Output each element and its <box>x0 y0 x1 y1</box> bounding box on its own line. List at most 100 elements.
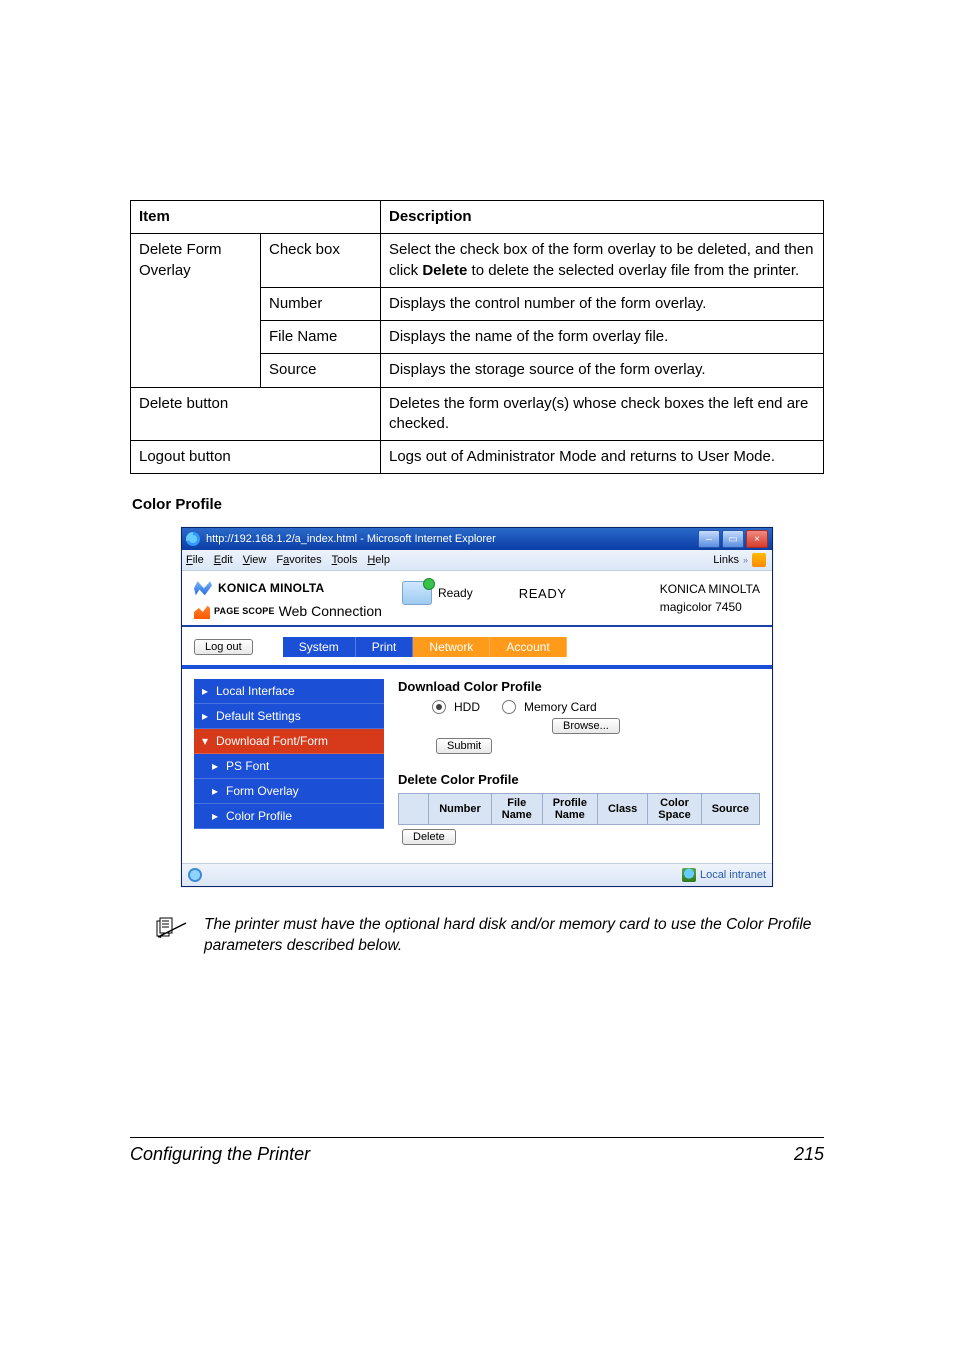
ie-menubar: File Edit View Favorites Tools Help Link… <box>182 550 772 571</box>
cell-checkbox-label: Check box <box>261 234 381 288</box>
note: The printer must have the optional hard … <box>156 915 824 957</box>
menu-view[interactable]: View <box>243 554 267 566</box>
header-mid: Ready READY <box>402 581 567 605</box>
pagescope-small: PAGE SCOPE <box>214 606 275 616</box>
tab-network[interactable]: Network <box>413 637 490 657</box>
sidebar: ▸Local Interface ▸Default Settings ▾Down… <box>194 679 384 849</box>
ie-title: http://192.168.1.2/a_index.html - Micros… <box>206 533 698 545</box>
delete-row: Delete <box>398 829 760 845</box>
pagescope-brand: PAGE SCOPE Web Connection <box>194 603 384 619</box>
sidebar-item-color-profile[interactable]: ▸Color Profile <box>194 804 384 829</box>
storage-radio-row: HDD Memory Card <box>398 700 760 714</box>
sidebar-label: PS Font <box>226 759 269 773</box>
sidebar-item-ps-font[interactable]: ▸PS Font <box>194 754 384 779</box>
section-head-color-profile: Color Profile <box>132 496 824 513</box>
ie-content: KONICA MINOLTA PAGE SCOPE Web Connection… <box>182 571 772 863</box>
close-button[interactable]: × <box>746 530 768 548</box>
cell-checkbox-desc-text: Select the check box of the form overlay… <box>389 241 813 278</box>
cell-filename-desc: Displays the name of the form overlay fi… <box>381 321 824 354</box>
printer-icon <box>402 581 432 605</box>
heading-download-color-profile: Download Color Profile <box>398 679 760 694</box>
radio-hdd[interactable] <box>432 700 446 714</box>
sidebar-label: Default Settings <box>216 709 301 723</box>
col-class: Class <box>597 794 647 825</box>
content-body: ▸Local Interface ▸Default Settings ▾Down… <box>182 669 772 863</box>
radio-memory-card[interactable] <box>502 700 516 714</box>
ready-big: READY <box>519 586 567 601</box>
sidebar-item-default-settings[interactable]: ▸Default Settings <box>194 704 384 729</box>
menu-tools[interactable]: Tools <box>332 554 358 566</box>
submit-button[interactable]: Submit <box>436 738 492 754</box>
profile-table: Number File Name Profile Name Class Colo… <box>398 793 760 825</box>
browse-button[interactable]: Browse... <box>552 718 620 734</box>
radio-hdd-label: HDD <box>454 700 480 714</box>
sidebar-item-download-font-form[interactable]: ▾Download Font/Form <box>194 729 384 754</box>
cell-delete-form-overlay: Delete Form Overlay <box>131 234 261 387</box>
tab-print[interactable]: Print <box>356 637 414 657</box>
logout-button[interactable]: Log out <box>194 639 253 655</box>
footer-page-number: 215 <box>794 1144 824 1165</box>
chevron-icon[interactable]: » <box>743 555 748 565</box>
browse-row: Browse... <box>398 718 760 734</box>
menu-file[interactable]: File <box>186 554 204 566</box>
page-header: KONICA MINOLTA PAGE SCOPE Web Connection… <box>182 571 772 627</box>
km-mark-icon <box>194 581 212 595</box>
links-bar: Links » <box>713 553 766 567</box>
cell-source-label: Source <box>261 354 381 387</box>
bold-delete: Delete <box>422 262 467 279</box>
pagescope-icon <box>194 603 210 619</box>
header-right: KONICA MINOLTA magicolor 7450 <box>660 581 760 616</box>
col-check <box>399 794 429 825</box>
cell-delete-button-desc: Deletes the form overlay(s) whose check … <box>381 387 824 441</box>
ie-statusbar: Local intranet <box>182 863 772 886</box>
zone-icon <box>682 868 696 882</box>
sidebar-label: Color Profile <box>226 809 292 823</box>
sidebar-label: Form Overlay <box>226 784 299 798</box>
cell-number-label: Number <box>261 287 381 320</box>
maximize-button[interactable]: ▭ <box>722 530 744 548</box>
header-right-brand: KONICA MINOLTA <box>660 581 760 598</box>
note-text: The printer must have the optional hard … <box>204 915 824 957</box>
cell-source-desc: Displays the storage source of the form … <box>381 354 824 387</box>
th-item: Item <box>131 201 381 234</box>
main-panel: Download Color Profile HDD Memory Card B… <box>398 679 760 849</box>
links-globe-icon[interactable] <box>752 553 766 567</box>
radio-memory-card-label: Memory Card <box>524 700 597 714</box>
sidebar-item-form-overlay[interactable]: ▸Form Overlay <box>194 779 384 804</box>
cell-logout-button-desc: Logs out of Administrator Mode and retur… <box>381 441 824 474</box>
links-label[interactable]: Links <box>713 554 739 566</box>
page-footer: Configuring the Printer 215 <box>130 1137 824 1165</box>
security-zone[interactable]: Local intranet <box>682 868 766 882</box>
ready-small: Ready <box>438 586 473 600</box>
tab-system[interactable]: System <box>283 637 356 657</box>
window-controls: – ▭ × <box>698 530 768 548</box>
col-color-space: Color Space <box>648 794 701 825</box>
zone-label: Local intranet <box>700 869 766 881</box>
pagescope-text: Web Connection <box>279 603 382 619</box>
submit-row: Submit <box>398 738 760 754</box>
footer-title: Configuring the Printer <box>130 1144 310 1165</box>
tab-account[interactable]: Account <box>490 637 566 657</box>
sidebar-item-local-interface[interactable]: ▸Local Interface <box>194 679 384 704</box>
cell-number-desc: Displays the control number of the form … <box>381 287 824 320</box>
note-icon <box>156 917 190 939</box>
cell-delete-button-label: Delete button <box>131 387 381 441</box>
menu-edit[interactable]: Edit <box>214 554 233 566</box>
cell-checkbox-desc: Select the check box of the form overlay… <box>381 234 824 288</box>
ie-titlebar[interactable]: http://192.168.1.2/a_index.html - Micros… <box>182 528 772 550</box>
minimize-button[interactable]: – <box>698 530 720 548</box>
menu-help[interactable]: Help <box>367 554 390 566</box>
sidebar-label: Local Interface <box>216 684 295 698</box>
ie-icon <box>186 532 200 546</box>
menu-favorites[interactable]: Favorites <box>276 554 321 566</box>
cell-filename-label: File Name <box>261 321 381 354</box>
tabs: System Print Network Account <box>283 637 567 657</box>
col-source: Source <box>701 794 759 825</box>
delete-button[interactable]: Delete <box>402 829 456 845</box>
col-number: Number <box>429 794 492 825</box>
km-logo: KONICA MINOLTA <box>194 581 384 595</box>
brand-text: KONICA MINOLTA <box>218 581 324 595</box>
header-left: KONICA MINOLTA PAGE SCOPE Web Connection <box>194 581 384 619</box>
toolbar-row: Log out System Print Network Account <box>182 627 772 665</box>
th-description: Description <box>381 201 824 234</box>
